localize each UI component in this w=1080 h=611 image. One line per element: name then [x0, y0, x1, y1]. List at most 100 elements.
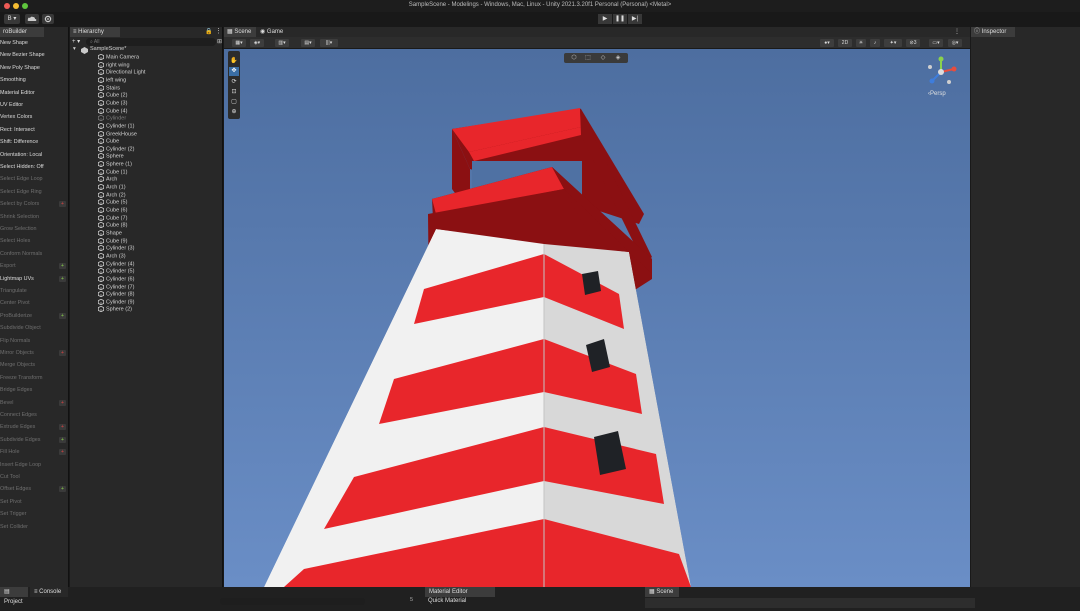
hierarchy-item[interactable]: Cylinder (8)	[70, 290, 223, 299]
hierarchy-item[interactable]: Cylinder (9)	[70, 298, 223, 307]
object-mode-icon[interactable]: ⬡	[568, 54, 580, 62]
move-tool-icon[interactable]: ✥	[229, 67, 239, 76]
face-mode-icon[interactable]: ◈	[612, 54, 624, 62]
hierarchy-item[interactable]: Cylinder (2)	[70, 145, 223, 154]
probuilder-tool-new-bezier-shape[interactable]: New Bezier Shape	[0, 49, 69, 61]
probuilder-tool-grow-selection[interactable]: Grow Selection	[0, 223, 69, 235]
probuilder-tool-subdivide-edges[interactable]: Subdivide Edges +	[0, 434, 69, 446]
hierarchy-item[interactable]: Cube (4)	[70, 107, 223, 116]
probuilder-tool-rect-intersect[interactable]: Rect: Intersect	[0, 124, 69, 136]
probuilder-tool-probuilderize[interactable]: ProBuilderize +	[0, 310, 69, 322]
probuilder-tool-smoothing[interactable]: Smoothing	[0, 74, 69, 86]
hierarchy-item[interactable]: Directional Light	[70, 69, 223, 77]
hierarchy-item[interactable]: Cylinder (6)	[70, 275, 223, 284]
probuilder-tool-cut-tool[interactable]: Cut Tool	[0, 471, 69, 483]
probuilder-tool-merge-objects[interactable]: Merge Objects	[0, 359, 69, 371]
lighting-toggle-icon[interactable]: ☀	[856, 39, 866, 47]
hierarchy-item[interactable]: Main Camera	[70, 53, 223, 62]
probuilder-tool-mirror-objects[interactable]: Mirror Objects +	[0, 347, 69, 359]
probuilder-tool-vertex-colors[interactable]: Vertex Colors	[0, 111, 69, 123]
effects-dropdown[interactable]: ✦▾	[884, 39, 902, 47]
hierarchy-item[interactable]: Sphere (1)	[70, 160, 223, 169]
probuilder-tool-conform-normals[interactable]: Conform Normals	[0, 248, 69, 260]
probuilder-tool-set-collider[interactable]: Set Collider	[0, 521, 69, 533]
render-paths-dropdown[interactable]: ◈▾	[250, 39, 264, 47]
probuilder-tool-offset-edges[interactable]: Offset Edges +	[0, 483, 69, 495]
tool-options-button[interactable]: +	[59, 436, 66, 443]
tool-options-button[interactable]: +	[59, 275, 66, 282]
tab-hierarchy[interactable]: ≡ Hierarchy	[70, 27, 120, 37]
tool-options-button[interactable]: +	[59, 350, 66, 356]
scale-tool-icon[interactable]: ⊡	[229, 88, 239, 97]
probuilder-tool-connect-edges[interactable]: Connect Edges	[0, 409, 69, 421]
scene-more-options-icon[interactable]: ⋮	[954, 28, 960, 35]
hierarchy-item[interactable]: Arch (3)	[70, 252, 223, 261]
probuilder-tool-bevel[interactable]: Bevel +	[0, 397, 69, 409]
rect-tool-icon[interactable]: ▢	[229, 98, 239, 107]
hierarchy-item[interactable]: Cube (5)	[70, 199, 223, 207]
filter-icon[interactable]: ⊞	[217, 38, 222, 45]
hierarchy-item[interactable]: Arch	[70, 176, 223, 184]
probuilder-tool-set-trigger[interactable]: Set Trigger	[0, 508, 69, 520]
tool-options-button[interactable]: +	[59, 312, 66, 319]
project-search-input[interactable]	[220, 598, 365, 605]
transform-tool-icon[interactable]: ⊕	[229, 108, 239, 117]
draw-mode-dropdown[interactable]: ▦▾	[232, 39, 246, 47]
hierarchy-search-input[interactable]: ⌕ All	[86, 38, 216, 46]
audio-toggle-icon[interactable]: ♪	[870, 39, 880, 47]
2d-toggle[interactable]: 2D	[838, 39, 852, 47]
hidden-objects-toggle[interactable]: ⊘3	[906, 39, 920, 47]
grid-dropdown[interactable]: ▥▾	[275, 39, 289, 47]
cloud-icon[interactable]	[25, 14, 39, 24]
hierarchy-item[interactable]: right wing	[70, 61, 223, 70]
tab-probuilder[interactable]: roBuilder	[0, 27, 44, 37]
probuilder-tool-new-poly-shape[interactable]: New Poly Shape	[0, 62, 69, 74]
hierarchy-item[interactable]: Cube (6)	[70, 206, 223, 215]
hierarchy-item[interactable]: Cylinder (3)	[70, 245, 223, 253]
lock-icon[interactable]: 🔒	[205, 28, 212, 35]
hierarchy-item[interactable]: Cylinder	[70, 115, 223, 123]
tool-options-button[interactable]: +	[59, 263, 66, 270]
hierarchy-item[interactable]: Cylinder (5)	[70, 268, 223, 276]
probuilder-tool-triangulate[interactable]: Triangulate	[0, 285, 69, 297]
probuilder-tool-lightmap-uvs[interactable]: Lightmap UVs +	[0, 273, 69, 285]
pause-button[interactable]: ❚❚	[613, 14, 627, 24]
tab-scene[interactable]: ▦ Scene	[224, 27, 256, 37]
snap-dropdown[interactable]: ▤▾	[301, 39, 315, 47]
scene-row[interactable]: ▾ SampleScene*	[70, 46, 223, 54]
hierarchy-item[interactable]: Arch (1)	[70, 183, 223, 192]
rotate-tool-icon[interactable]: ⟳	[229, 78, 239, 87]
scene-viewport[interactable]: ✋ ✥ ⟳ ⊡ ▢ ⊕ ⬡ ⬚ ◇ ◈ ‹Persp	[224, 49, 970, 587]
hierarchy-item[interactable]: Cylinder (1)	[70, 122, 223, 131]
probuilder-tool-shift-difference[interactable]: Shift: Difference	[0, 136, 69, 148]
probuilder-tool-shrink-selection[interactable]: Shrink Selection	[0, 211, 69, 223]
view-tool-hand-icon[interactable]: ✋	[229, 57, 239, 66]
probuilder-tool-freeze-transform[interactable]: Freeze Transform	[0, 372, 69, 384]
hierarchy-item[interactable]: Arch (2)	[70, 191, 223, 200]
hierarchy-item[interactable]: Shape	[70, 229, 223, 238]
camera-dropdown[interactable]: ▭▾	[929, 39, 943, 47]
tool-options-button[interactable]: +	[59, 449, 66, 456]
hierarchy-item[interactable]: Sphere	[70, 153, 223, 161]
account-dropdown[interactable]: B ▾	[4, 14, 20, 24]
hierarchy-item[interactable]: Cube (1)	[70, 168, 223, 177]
probuilder-tool-material-editor[interactable]: Material Editor	[0, 87, 69, 99]
hierarchy-item[interactable]: Stairs	[70, 84, 223, 93]
probuilder-tool-select-by-colors[interactable]: Select by Colors +	[0, 198, 69, 210]
tool-options-button[interactable]: +	[59, 424, 66, 431]
hierarchy-item[interactable]: Cylinder (7)	[70, 283, 223, 292]
step-button[interactable]: ▶|	[628, 14, 642, 24]
hierarchy-item[interactable]: Sphere (2)	[70, 306, 223, 314]
expand-arrow-icon[interactable]: ▾	[73, 46, 76, 54]
probuilder-tool-new-shape[interactable]: New Shape	[0, 37, 69, 49]
probuilder-tool-select-edge-loop[interactable]: Select Edge Loop	[0, 173, 69, 185]
probuilder-tool-subdivide-object[interactable]: Subdivide Object	[0, 322, 69, 334]
more-options-icon[interactable]: ⋮	[215, 27, 222, 35]
settings-gear-icon[interactable]	[42, 14, 54, 24]
probuilder-tool-extrude-edges[interactable]: Extrude Edges +	[0, 421, 69, 433]
tab-project[interactable]: ▤ Project	[0, 587, 28, 605]
probuilder-tool-select-holes[interactable]: Select Holes	[0, 235, 69, 247]
probuilder-tool-orientation-local[interactable]: Orientation: Local	[0, 149, 69, 161]
play-button[interactable]: ▶	[598, 14, 612, 24]
hierarchy-item[interactable]: left wing	[70, 76, 223, 85]
